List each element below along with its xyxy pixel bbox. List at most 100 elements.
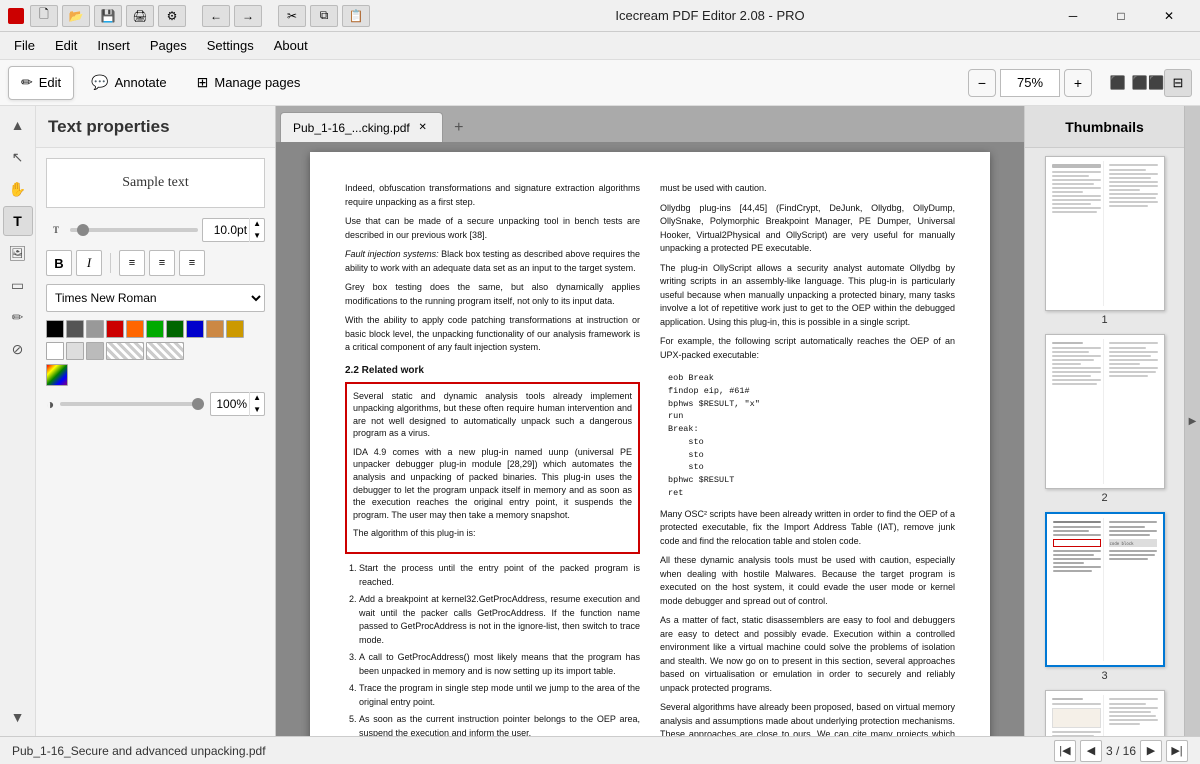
color-swatch-darkgreen[interactable]: [166, 320, 184, 338]
draw-tool-icon[interactable]: ✏: [3, 302, 33, 332]
tab-add-button[interactable]: +: [445, 114, 473, 142]
italic-button[interactable]: I: [76, 250, 102, 276]
thumbnail-item-4[interactable]: 4: [1033, 690, 1176, 736]
open-button[interactable]: 📂: [62, 5, 90, 27]
color-swatch-gold[interactable]: [226, 320, 244, 338]
prev-page-button[interactable]: ◀: [1080, 740, 1102, 762]
align-right-button[interactable]: ≡: [179, 250, 205, 276]
undo-button[interactable]: ←: [202, 5, 230, 27]
annotate-tool-button[interactable]: 💬 Annotate: [78, 66, 179, 100]
redo-button[interactable]: →: [234, 5, 262, 27]
highlight-para1: Several static and dynamic analysis tool…: [353, 390, 632, 440]
color-swatch-red[interactable]: [106, 320, 124, 338]
numbered-list: Start the process until the entry point …: [345, 562, 640, 736]
font-family-select[interactable]: Times New Roman Arial Helvetica Courier …: [46, 284, 265, 312]
panel-title-text: Text properties: [48, 117, 170, 137]
panel-title: Text properties: [36, 106, 275, 148]
single-page-view-icon[interactable]: ⬛: [1104, 69, 1132, 97]
thumbnail-view-icon[interactable]: ⊟: [1164, 69, 1192, 97]
edit-tool-button[interactable]: ✏ Edit: [8, 66, 74, 100]
opacity-down-arrow[interactable]: ▼: [250, 404, 264, 416]
paste-button[interactable]: 📋: [342, 5, 370, 27]
opacity-up-arrow[interactable]: ▲: [250, 392, 264, 404]
thumbnail-page-num-3: 3: [1101, 670, 1107, 682]
color-swatch-transparent2[interactable]: [146, 342, 184, 360]
thumbnail-page-2[interactable]: [1045, 334, 1165, 489]
col2-para1: must be used with caution.: [660, 182, 955, 196]
font-size-down-arrow[interactable]: ▼: [250, 230, 264, 242]
color-swatch-lightgray1[interactable]: [66, 342, 84, 360]
pdf-scroll-area[interactable]: Indeed, obfuscation transformations and …: [276, 142, 1024, 736]
thumbnail-item-1[interactable]: 1: [1033, 156, 1176, 326]
color-swatch-gray[interactable]: [86, 320, 104, 338]
col1-para3: Fault injection systems: Black box testi…: [345, 248, 640, 275]
thumbnail-page-3[interactable]: code block: [1045, 512, 1165, 667]
close-button[interactable]: ✕: [1146, 0, 1192, 32]
bold-button[interactable]: B: [46, 250, 72, 276]
pdf-tab[interactable]: Pub_1-16_...cking.pdf ✕: [280, 112, 443, 142]
menu-insert[interactable]: Insert: [87, 36, 140, 55]
text-size-row: T ▲ ▼: [46, 218, 265, 242]
copy-button[interactable]: ⧉: [310, 5, 338, 27]
color-swatch-green[interactable]: [146, 320, 164, 338]
right-panel-toggle[interactable]: ▶: [1184, 106, 1200, 736]
scroll-up-icon[interactable]: ▲: [3, 110, 33, 140]
menu-pages[interactable]: Pages: [140, 36, 197, 55]
sample-text-label: Sample text: [122, 175, 189, 191]
thumbnail-item-3[interactable]: code block 3: [1033, 512, 1176, 682]
menu-edit[interactable]: Edit: [45, 36, 87, 55]
color-swatch-black[interactable]: [46, 320, 64, 338]
maximize-button[interactable]: □: [1098, 0, 1144, 32]
opacity-input[interactable]: [211, 397, 249, 411]
font-size-slider[interactable]: [70, 228, 198, 232]
text-tool-icon[interactable]: T: [3, 206, 33, 236]
sample-text-preview: Sample text: [46, 158, 265, 208]
font-size-up-arrow[interactable]: ▲: [250, 218, 264, 230]
tab-close-button[interactable]: ✕: [416, 121, 430, 135]
color-swatch-transparent1[interactable]: [106, 342, 144, 360]
first-page-button[interactable]: |◀: [1054, 740, 1076, 762]
manage-pages-label: Manage pages: [214, 75, 300, 90]
rect-tool-icon[interactable]: ▭: [3, 270, 33, 300]
pdf-left-col: Indeed, obfuscation transformations and …: [345, 182, 640, 736]
manage-pages-button[interactable]: ⊞ Manage pages: [184, 66, 314, 100]
two-page-view-icon[interactable]: ⬛⬛: [1134, 69, 1162, 97]
minimize-button[interactable]: ─: [1050, 0, 1096, 32]
font-size-input[interactable]: [203, 223, 249, 237]
thumbnail-page-1[interactable]: [1045, 156, 1165, 311]
pan-tool-icon[interactable]: ✋: [3, 174, 33, 204]
color-swatch-blue[interactable]: [186, 320, 204, 338]
align-center-button[interactable]: ≡: [149, 250, 175, 276]
color-swatch-lightgray2[interactable]: [86, 342, 104, 360]
last-page-button[interactable]: ▶|: [1166, 740, 1188, 762]
pdf-right-col: must be used with caution. Ollydbg plug-…: [660, 182, 955, 736]
menu-settings[interactable]: Settings: [197, 36, 264, 55]
next-page-button[interactable]: ▶: [1140, 740, 1162, 762]
color-swatch-white[interactable]: [46, 342, 64, 360]
col2-para4: For example, the following script automa…: [660, 335, 955, 362]
color-picker-swatch[interactable]: [46, 364, 68, 386]
opacity-slider[interactable]: [60, 402, 204, 406]
thumbnail-page-4[interactable]: [1045, 690, 1165, 736]
titlebar-left: 🗋 📂 💾 🖨 ⚙ ← → ✂ ⧉ 📋: [8, 5, 370, 27]
zoom-out-button[interactable]: −: [968, 69, 996, 97]
eraser-icon[interactable]: ⊘: [3, 334, 33, 364]
menu-about[interactable]: About: [264, 36, 318, 55]
save-button[interactable]: 💾: [94, 5, 122, 27]
zoom-in-button[interactable]: +: [1064, 69, 1092, 97]
color-swatch-brown[interactable]: [206, 320, 224, 338]
arrow-tool-icon[interactable]: ↖: [3, 142, 33, 172]
scroll-down-icon[interactable]: ▼: [3, 702, 33, 732]
new-button[interactable]: 🗋: [30, 5, 58, 27]
print-button[interactable]: 🖨: [126, 5, 154, 27]
thumbnail-item-2[interactable]: 2: [1033, 334, 1176, 504]
cut-button[interactable]: ✂: [278, 5, 306, 27]
menu-file[interactable]: File: [4, 36, 45, 55]
settings-tb-button[interactable]: ⚙: [158, 5, 186, 27]
thumbnails-scroll[interactable]: 1: [1025, 148, 1184, 736]
image-tool-icon[interactable]: 🖼: [3, 238, 33, 268]
col1-para1: Indeed, obfuscation transformations and …: [345, 182, 640, 209]
align-left-button[interactable]: ≡: [119, 250, 145, 276]
color-swatch-darkgray[interactable]: [66, 320, 84, 338]
color-swatch-orange[interactable]: [126, 320, 144, 338]
